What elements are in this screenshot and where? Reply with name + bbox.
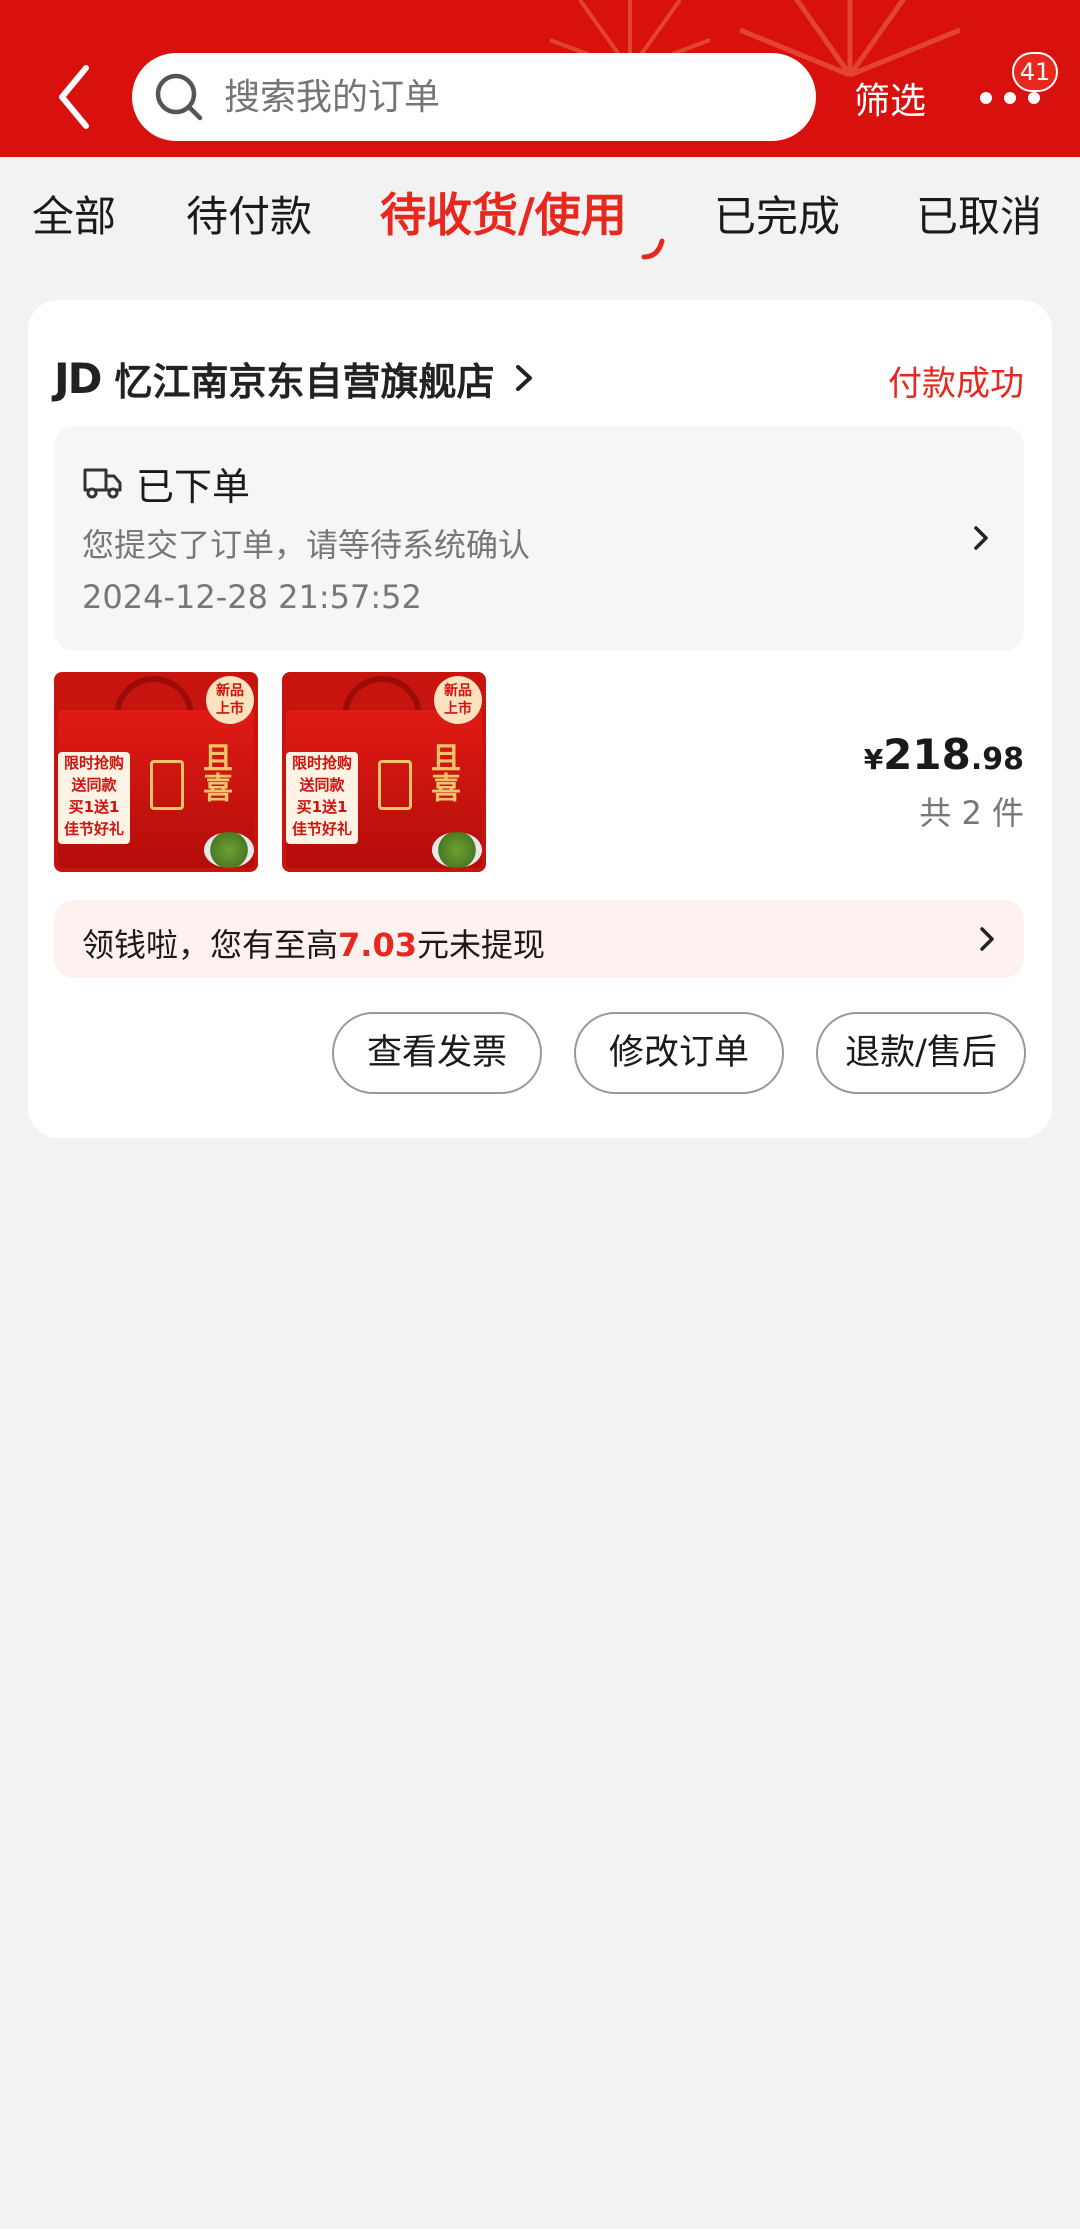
refund-aftersale-button[interactable]: 退款/售后 <box>816 1012 1026 1094</box>
seal-decoration <box>150 760 184 810</box>
status-timestamp: 2024-12-28 21:57:52 <box>82 578 422 616</box>
notification-badge: 41 <box>1012 52 1058 92</box>
order-card[interactable]: JD 忆江南京东自营旗舰店 付款成功 已下单 您提交了订单，请等待系统确认 20… <box>28 300 1052 1138</box>
box-calligraphy: 且喜 <box>425 742 460 802</box>
tea-bowl-image <box>204 832 254 868</box>
filter-button[interactable]: 筛选 <box>854 72 926 124</box>
new-product-tag: 新品 上市 <box>206 676 254 724</box>
tea-bowl-image <box>432 832 482 868</box>
active-tab-indicator <box>641 238 665 260</box>
more-dot-icon <box>980 92 992 104</box>
store-link[interactable]: JD 忆江南京东自营旗舰店 <box>54 350 537 406</box>
tab-completed[interactable]: 已完成 <box>714 183 840 244</box>
back-arrow-icon[interactable] <box>52 62 102 132</box>
logistics-status[interactable]: 已下单 您提交了订单，请等待系统确认 2024-12-28 21:57:52 <box>54 426 1024 651</box>
top-nav-bar: 筛选 41 <box>0 0 1080 157</box>
store-name: 忆江南京东自营旗舰店 <box>114 359 495 404</box>
product-thumbnail[interactable]: 限时抢购 送同款 买1送1 佳节好礼 且喜 新品 上市 <box>282 672 486 872</box>
cashback-banner[interactable]: 领钱啦，您有至高7.03元未提现 <box>54 900 1024 978</box>
cashback-text: 领钱啦，您有至高7.03元未提现 <box>82 926 545 964</box>
product-thumbnail[interactable]: 限时抢购 送同款 买1送1 佳节好礼 且喜 新品 上市 <box>54 672 258 872</box>
more-dot-icon <box>1028 92 1040 104</box>
tab-all[interactable]: 全部 <box>32 183 116 244</box>
box-calligraphy: 且喜 <box>197 742 232 802</box>
view-invoice-button[interactable]: 查看发票 <box>332 1012 542 1094</box>
item-count: 共 2 件 <box>919 794 1024 832</box>
chevron-right-icon <box>980 927 994 951</box>
chevron-right-icon <box>515 365 532 391</box>
promo-label: 限时抢购 送同款 买1送1 佳节好礼 <box>286 752 358 844</box>
chevron-right-icon <box>974 526 988 550</box>
tab-pending-receipt[interactable]: 待收货/使用 <box>380 179 627 245</box>
tab-cancelled[interactable]: 已取消 <box>916 183 1042 244</box>
promo-label: 限时抢购 送同款 买1送1 佳节好礼 <box>58 752 130 844</box>
status-title: 已下单 <box>136 465 251 509</box>
search-icon <box>155 73 203 121</box>
search-bar[interactable] <box>132 53 816 141</box>
seal-decoration <box>378 760 412 810</box>
search-input[interactable] <box>224 76 784 118</box>
new-product-tag: 新品 上市 <box>434 676 482 724</box>
modify-order-button[interactable]: 修改订单 <box>574 1012 784 1094</box>
jd-logo: JD <box>54 353 102 403</box>
status-description: 您提交了订单，请等待系统确认 <box>82 526 531 564</box>
order-price: ¥218.98 <box>863 730 1024 779</box>
delivery-truck-icon <box>83 468 122 499</box>
payment-status: 付款成功 <box>888 364 1024 404</box>
more-dot-icon <box>1004 92 1016 104</box>
tab-pending-payment[interactable]: 待付款 <box>186 183 312 244</box>
order-tabs: 全部 待付款 待收货/使用 已完成 已取消 <box>0 157 1080 277</box>
